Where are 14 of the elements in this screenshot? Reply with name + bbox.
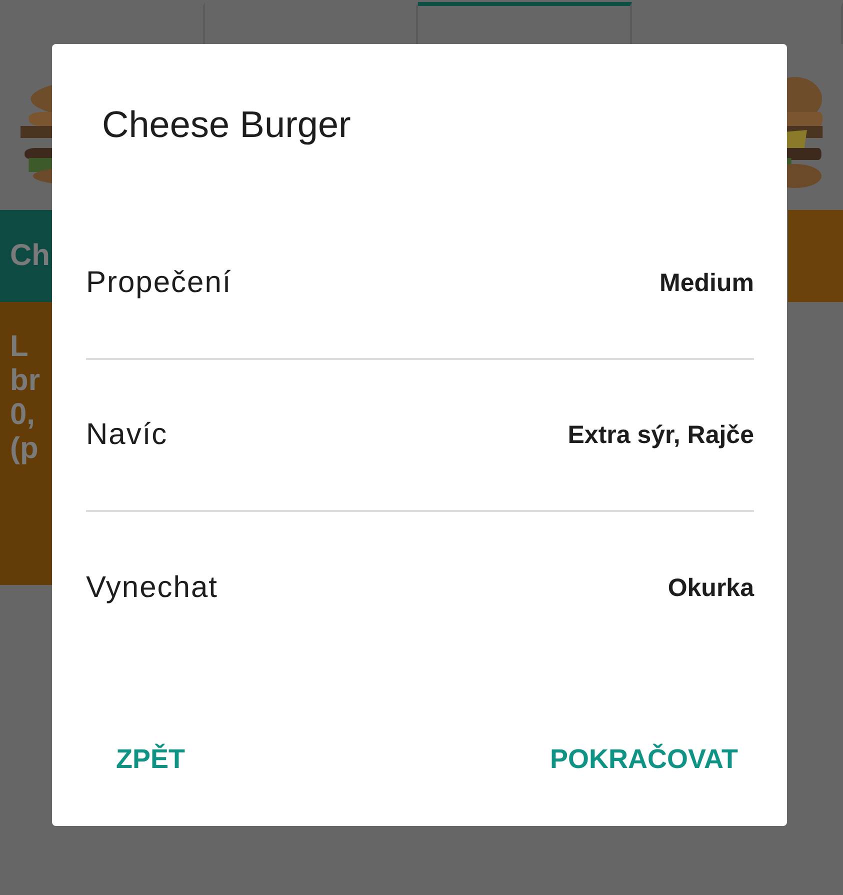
product-text: (p — [10, 432, 38, 466]
option-label: Navíc — [86, 418, 168, 452]
back-button[interactable]: ZPĚT — [100, 730, 202, 789]
option-label: Vynechat — [86, 571, 218, 605]
product-text: br — [10, 364, 40, 398]
option-value: Extra sýr, Rajče — [568, 420, 754, 450]
option-label: Propečení — [86, 266, 232, 300]
product-text: L — [10, 330, 28, 364]
category-title: Ch — [10, 239, 50, 273]
option-value: Okurka — [668, 574, 754, 602]
product-text: 0, — [10, 398, 36, 432]
option-value: Medium — [660, 268, 754, 298]
dialog-title: Cheese Burger — [101, 104, 352, 146]
continue-button[interactable]: POKRAČOVAT — [534, 730, 754, 789]
